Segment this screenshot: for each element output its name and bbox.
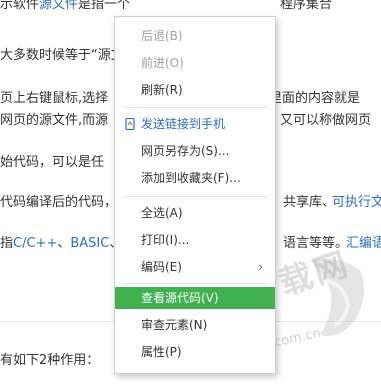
menu-item-view-source[interactable]: 查看源代码(V) — [115, 287, 275, 309]
menu-separator — [123, 196, 267, 197]
menu-item-send-to-phone[interactable]: 发送链接到手机 — [115, 113, 275, 135]
article-link[interactable]: 可执行文 — [332, 195, 381, 211]
menu-item-properties[interactable]: 属性(P) — [115, 341, 275, 363]
article-link[interactable]: BASIC — [70, 236, 109, 251]
menu-item-encoding[interactable]: 编码(E) › — [115, 256, 275, 278]
article-line: 代码编译后的代码， 共享库、 可执行文 — [0, 195, 381, 211]
menu-item-save-as[interactable]: 网页另存为(S)... — [115, 140, 275, 162]
context-menu: 后退(B) 前进(O) 刷新(R) 发送链接到手机 网页另存为(S)... 添加… — [114, 16, 276, 374]
menu-item-back[interactable]: 后退(B) — [115, 25, 275, 47]
menu-item-add-favorite[interactable]: 添加到收藏夹(F)... — [115, 167, 275, 189]
article-line: 有如下2种作用： — [0, 353, 100, 368]
menu-item-forward[interactable]: 前进(O) — [115, 52, 275, 74]
article-line: 示软件源文件是指一个 程序集合 — [0, 0, 332, 13]
article-link[interactable]: 源文件 — [39, 0, 78, 12]
article-link[interactable]: C/C++ — [13, 236, 57, 251]
chevron-right-icon: › — [258, 260, 263, 274]
menu-item-select-all[interactable]: 全选(A) — [115, 202, 275, 224]
menu-item-refresh[interactable]: 刷新(R) — [115, 79, 275, 101]
article-line: 页上右键鼠标,选择 里面的内容就是 — [0, 91, 361, 106]
article-line: 大多数时候等于“源文 — [0, 48, 124, 63]
menu-item-print[interactable]: 打印(I)... — [115, 229, 275, 251]
send-to-phone-icon — [125, 118, 135, 130]
article-line: 始代码，可以是任 — [0, 155, 105, 170]
menu-item-inspect[interactable]: 审查元素(N) — [115, 314, 275, 336]
article-line: 指C/C++、BASIC、语言等等。汇编语 — [0, 236, 381, 252]
menu-separator — [123, 283, 267, 284]
menu-separator — [123, 107, 267, 108]
article-line: 网页的源文件,而源 又可以称做网页 — [0, 113, 372, 128]
